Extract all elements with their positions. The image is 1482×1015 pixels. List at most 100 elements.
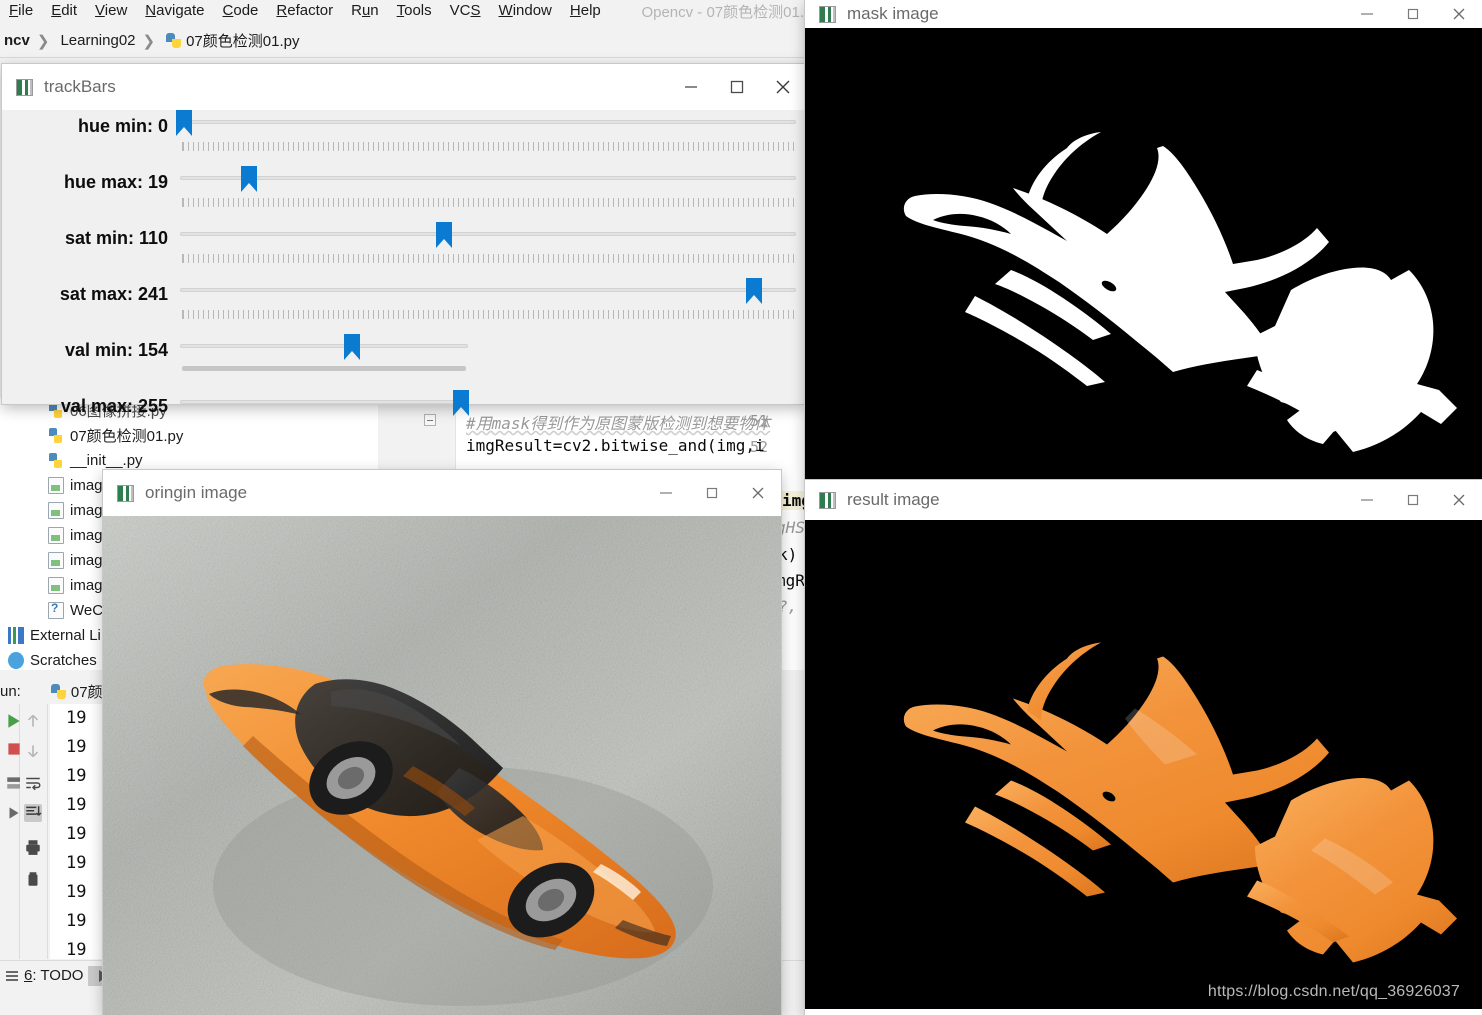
tree-item-label: External Li (30, 627, 101, 644)
slider-track-hue-max[interactable] (180, 176, 796, 180)
result-title-bar[interactable]: result image (805, 480, 1482, 520)
slider-track-sat-max[interactable] (180, 288, 796, 292)
mask-title-bar[interactable]: mask image (805, 0, 1482, 28)
menu-tools[interactable]: Tools (388, 0, 441, 22)
maximize-button[interactable] (1390, 0, 1436, 28)
slider-thumb-val-max[interactable] (453, 390, 469, 416)
origin-title-bar[interactable]: oringin image (103, 470, 781, 516)
menu-navigate[interactable]: Navigate (136, 0, 213, 22)
breadcrumb-project[interactable]: ncv (0, 32, 30, 49)
todo-number[interactable]: 6 (24, 967, 32, 984)
trackbars-title: trackBars (44, 77, 668, 97)
breadcrumb-file-label: 07颜色检测01.py (186, 30, 299, 51)
menu-refactor[interactable]: Refactor (267, 0, 342, 22)
breadcrumb-file[interactable]: 07颜色检测01.py (162, 30, 299, 51)
menu-code[interactable]: Code (214, 0, 268, 22)
menu-run[interactable]: Run (342, 0, 388, 22)
slider-row-hue-min[interactable]: hue min: 0 (2, 110, 806, 166)
slider-label-hue-min: hue min: 0 (2, 116, 168, 137)
slider-ticks-hue-max (182, 198, 794, 207)
menu-file[interactable]: File (0, 0, 42, 22)
slider-label-sat-min: sat min: 110 (2, 228, 168, 249)
maximize-icon (1404, 5, 1422, 23)
down-arrow-icon[interactable] (24, 742, 42, 760)
close-button[interactable] (1436, 480, 1482, 520)
slider-row-val-min[interactable]: val min: 154 (2, 334, 806, 390)
run-control-strip (20, 704, 48, 959)
opencv-window-icon (16, 79, 33, 96)
image-file-icon (48, 477, 64, 494)
run-configuration-name[interactable]: 07颜 (71, 681, 103, 702)
slider-row-sat-min[interactable]: sat min: 110 (2, 222, 806, 278)
slider-track-val-min[interactable] (180, 344, 468, 348)
tree-item-label: imag (70, 577, 103, 594)
trash-icon[interactable] (24, 870, 42, 888)
maximize-button[interactable] (714, 64, 760, 110)
menu-edit[interactable]: Edit (42, 0, 86, 22)
trackbars-window[interactable]: trackBars hue min: 0 hue max: 19 sat min… (2, 64, 806, 404)
close-icon (1449, 4, 1469, 24)
menu-window[interactable]: Window (490, 0, 561, 22)
unknown-file-icon (48, 602, 64, 619)
up-arrow-icon[interactable] (24, 712, 42, 730)
slider-thumb-hue-min[interactable] (176, 110, 192, 136)
slider-thumb-val-min[interactable] (344, 334, 360, 360)
slider-ticks-val-min (182, 366, 466, 371)
todo-label[interactable]: : TODO (32, 967, 83, 984)
close-button[interactable] (735, 470, 781, 516)
slider-label-sat-max: sat max: 241 (2, 284, 168, 305)
image-file-icon (48, 577, 64, 594)
slider-track-sat-min[interactable] (180, 232, 796, 236)
tree-item-label: 07颜色检测01.py (70, 425, 183, 446)
close-icon (1449, 490, 1469, 510)
breadcrumb-folder[interactable]: Learning02 (56, 32, 135, 49)
maximize-button[interactable] (1390, 480, 1436, 520)
minimize-button[interactable] (668, 64, 714, 110)
breadcrumb-chevron-icon: ❯ (30, 32, 57, 50)
slider-track-hue-min[interactable] (180, 120, 796, 124)
origin-image-window[interactable]: oringin image (103, 470, 781, 1015)
slider-thumb-sat-max[interactable] (746, 278, 762, 304)
trackbars-title-bar[interactable]: trackBars (2, 64, 806, 110)
menu-help[interactable]: Help (561, 0, 610, 22)
tree-item-label: imag (70, 527, 103, 544)
maximize-icon (703, 484, 721, 502)
maximize-button[interactable] (689, 470, 735, 516)
image-file-icon (48, 502, 64, 519)
mask-image-canvas (805, 28, 1482, 480)
slider-row-sat-max[interactable]: sat max: 241 (2, 278, 806, 334)
scratches-icon (8, 652, 24, 669)
minimize-button[interactable] (643, 470, 689, 516)
minimize-button[interactable] (1344, 0, 1390, 28)
slider-ticks-sat-min (182, 254, 794, 263)
tree-item[interactable]: 07颜色检测01.py (0, 423, 378, 448)
python-file-icon (48, 452, 64, 469)
mask-title: mask image (847, 4, 1344, 24)
tree-item-label: __init__.py (70, 452, 143, 469)
print-icon[interactable] (24, 838, 42, 856)
slider-thumb-sat-min[interactable] (436, 222, 452, 248)
slider-row-hue-max[interactable]: hue max: 19 (2, 166, 806, 222)
maximize-icon (1404, 491, 1422, 509)
slider-label-hue-max: hue max: 19 (2, 172, 168, 193)
scroll-to-end-icon[interactable] (24, 804, 42, 822)
run-control-strip-left (0, 704, 20, 959)
slider-track-val-max[interactable] (180, 400, 468, 404)
slider-thumb-hue-max[interactable] (241, 166, 257, 192)
tree-item-label: imag (70, 477, 103, 494)
mask-image-window[interactable]: mask image (805, 0, 1482, 480)
minimize-icon (1358, 491, 1376, 509)
slider-label-val-max: val max: 255 (2, 396, 168, 417)
menu-view[interactable]: View (86, 0, 136, 22)
minimize-button[interactable] (1344, 480, 1390, 520)
soft-wrap-icon[interactable] (24, 774, 42, 792)
tree-item-label: imag (70, 552, 103, 569)
slider-row-val-max[interactable]: val max: 255 (2, 390, 806, 420)
close-button[interactable] (760, 64, 806, 110)
close-button[interactable] (1436, 0, 1482, 28)
close-icon (773, 77, 793, 97)
library-icon (8, 627, 24, 644)
menu-vcs[interactable]: VCS (441, 0, 490, 22)
tree-item-label: Scratches (30, 652, 97, 669)
result-image-window[interactable]: result image (805, 480, 1482, 1015)
